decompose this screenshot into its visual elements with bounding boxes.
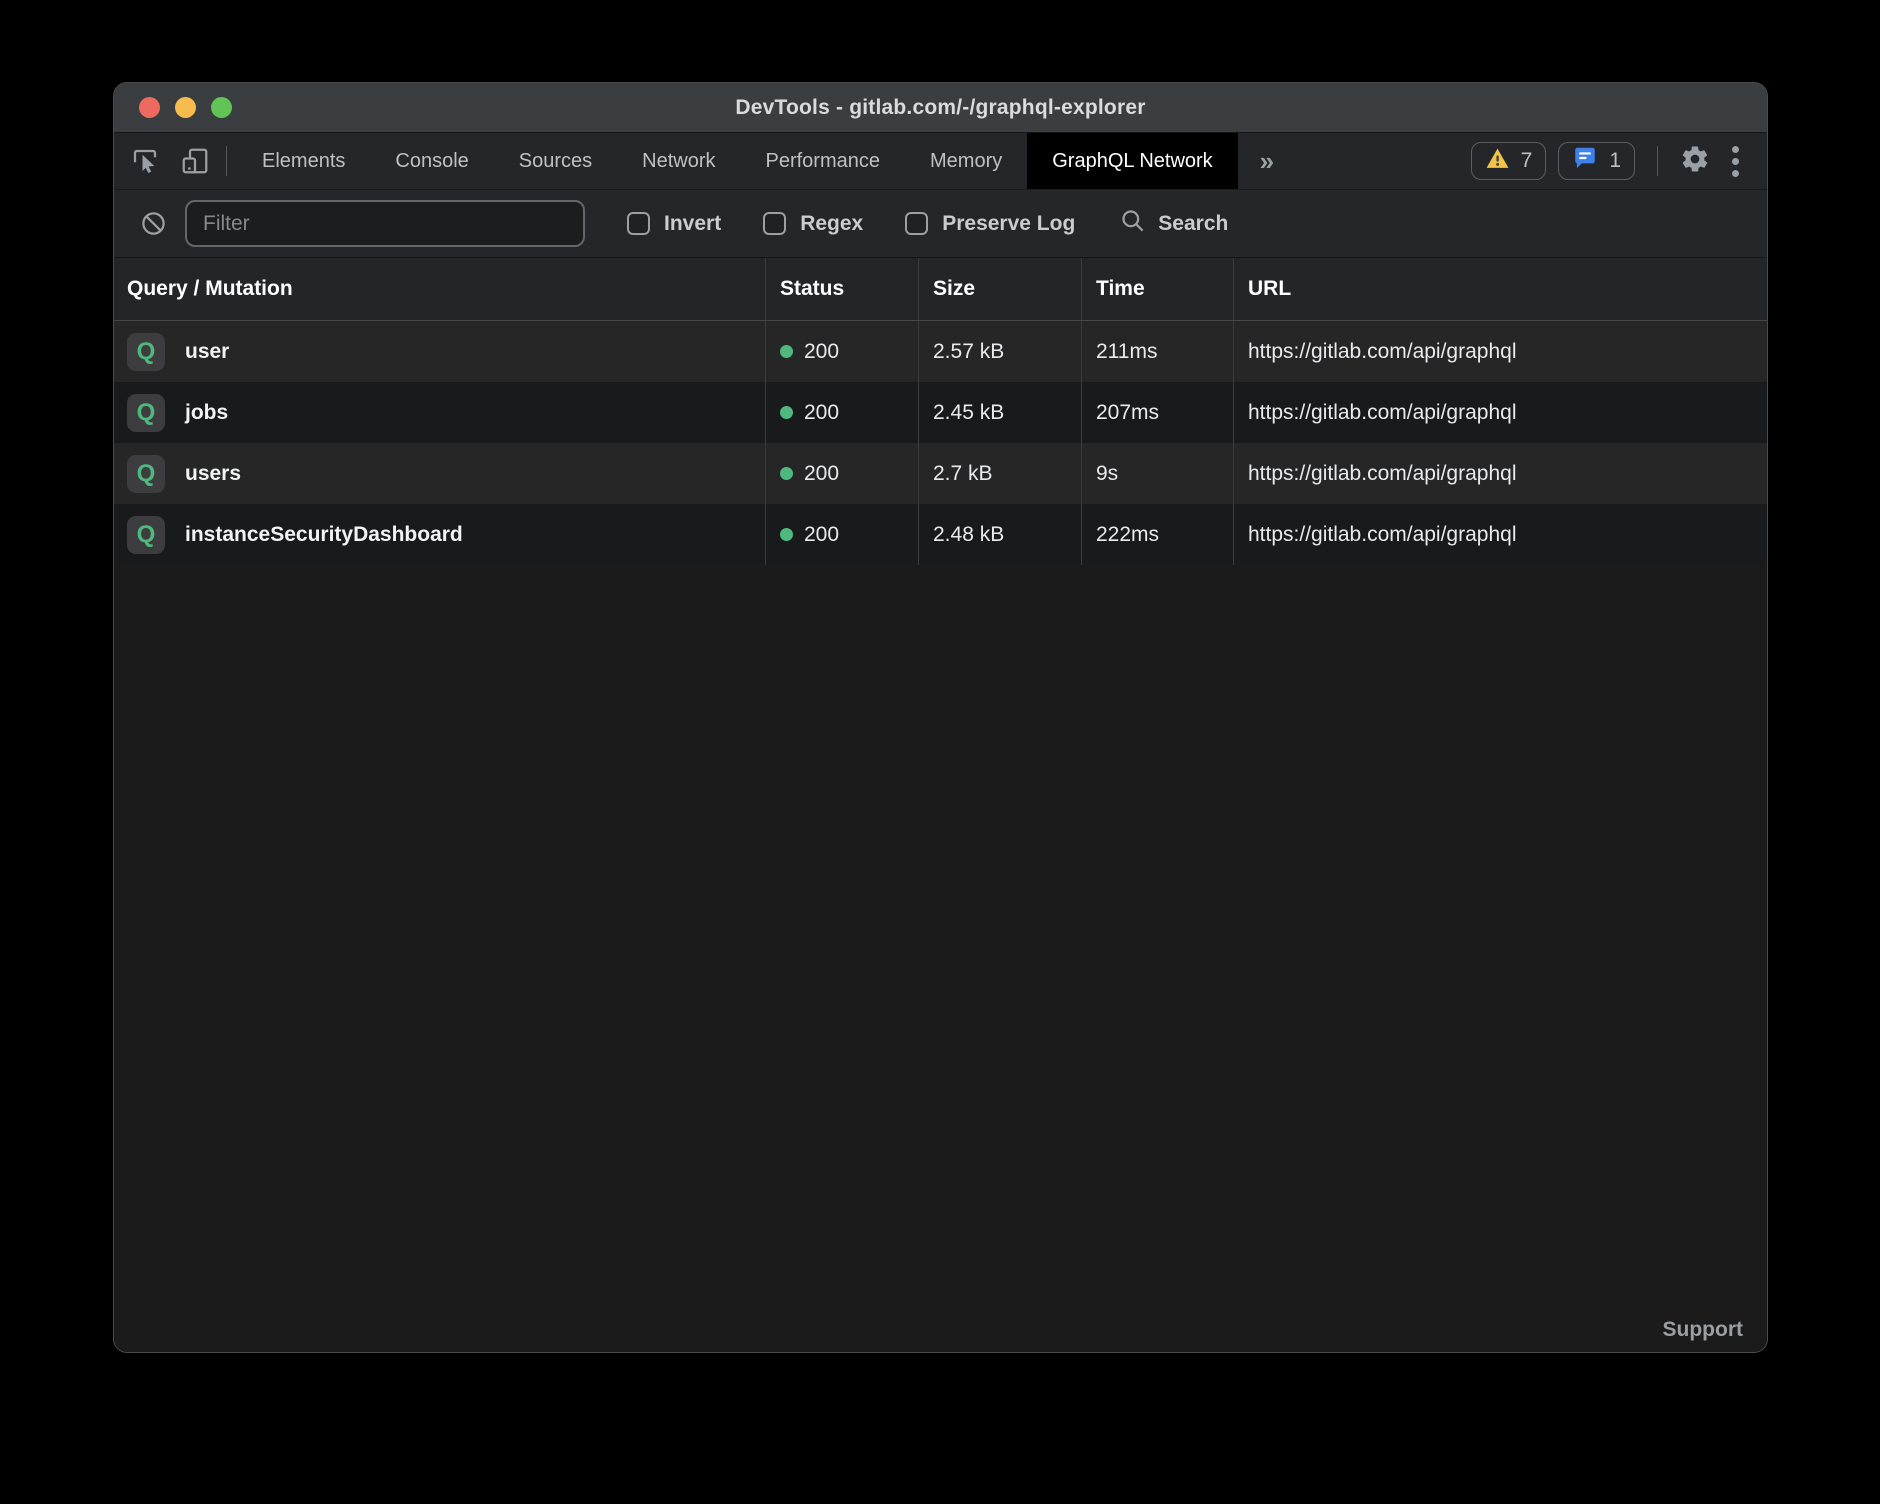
- regex-checkbox-group: Regex: [763, 212, 863, 236]
- request-list: Q user 200 2.57 kB 211ms https://gitlab.…: [114, 321, 1767, 565]
- column-header-url[interactable]: URL: [1233, 258, 1767, 320]
- more-options-icon[interactable]: [1722, 146, 1749, 177]
- regex-label: Regex: [800, 212, 863, 236]
- devtools-tabbar: Elements Console Sources Network Perform…: [114, 133, 1767, 190]
- tab-console[interactable]: Console: [370, 133, 493, 189]
- column-header-size[interactable]: Size: [918, 258, 1081, 320]
- message-icon: [1572, 145, 1598, 177]
- response-time: 9s: [1081, 443, 1233, 504]
- inspect-element-icon[interactable]: [130, 146, 160, 176]
- request-url: https://gitlab.com/api/graphql: [1233, 321, 1767, 382]
- column-header-time[interactable]: Time: [1081, 258, 1233, 320]
- tab-network[interactable]: Network: [617, 133, 740, 189]
- settings-gear-icon[interactable]: [1680, 144, 1710, 179]
- warning-icon: [1485, 146, 1510, 177]
- preserve-log-checkbox-group: Preserve Log: [905, 212, 1075, 236]
- status-ok-icon: [780, 345, 793, 358]
- query-type-icon: Q: [127, 516, 165, 554]
- block-filter-icon[interactable]: [140, 210, 167, 237]
- more-tabs-icon[interactable]: »: [1238, 133, 1296, 189]
- query-name: jobs: [185, 401, 228, 425]
- tab-performance[interactable]: Performance: [741, 133, 906, 189]
- request-url: https://gitlab.com/api/graphql: [1233, 443, 1767, 504]
- status-code: 200: [804, 462, 839, 486]
- column-header-query-mutation[interactable]: Query / Mutation: [114, 258, 765, 320]
- status-ok-icon: [780, 467, 793, 480]
- window-title: DevTools - gitlab.com/-/graphql-explorer: [114, 96, 1767, 120]
- invert-checkbox-group: Invert: [627, 212, 721, 236]
- preserve-log-checkbox[interactable]: [905, 212, 928, 235]
- filter-input[interactable]: [185, 200, 585, 247]
- titlebar: DevTools - gitlab.com/-/graphql-explorer: [114, 83, 1767, 133]
- tab-graphql-network[interactable]: GraphQL Network: [1027, 133, 1237, 189]
- query-type-icon: Q: [127, 455, 165, 493]
- column-header-status[interactable]: Status: [765, 258, 918, 320]
- query-type-icon: Q: [127, 394, 165, 432]
- invert-label: Invert: [664, 212, 721, 236]
- response-size: 2.48 kB: [918, 504, 1081, 565]
- response-size: 2.45 kB: [918, 382, 1081, 443]
- table-row[interactable]: Q users 200 2.7 kB 9s https://gitlab.com…: [114, 443, 1767, 504]
- minimize-window-button[interactable]: [175, 97, 196, 118]
- table-row[interactable]: Q user 200 2.57 kB 211ms https://gitlab.…: [114, 321, 1767, 382]
- devtools-window: DevTools - gitlab.com/-/graphql-explorer…: [113, 82, 1768, 1353]
- close-window-button[interactable]: [139, 97, 160, 118]
- issues-count: 1: [1609, 149, 1621, 173]
- response-time: 222ms: [1081, 504, 1233, 565]
- search-button[interactable]: Search: [1119, 207, 1228, 240]
- request-url: https://gitlab.com/api/graphql: [1233, 382, 1767, 443]
- response-size: 2.57 kB: [918, 321, 1081, 382]
- status-ok-icon: [780, 528, 793, 541]
- response-size: 2.7 kB: [918, 443, 1081, 504]
- toggle-device-toolbar-icon[interactable]: [180, 146, 210, 176]
- regex-checkbox[interactable]: [763, 212, 786, 235]
- tab-elements[interactable]: Elements: [237, 133, 370, 189]
- traffic-lights: [139, 83, 232, 132]
- preserve-log-label: Preserve Log: [942, 212, 1075, 236]
- tab-memory[interactable]: Memory: [905, 133, 1027, 189]
- table-row[interactable]: Q instanceSecurityDashboard 200 2.48 kB …: [114, 504, 1767, 565]
- status-code: 200: [804, 523, 839, 547]
- toolbar-divider: [1657, 146, 1658, 176]
- zoom-window-button[interactable]: [211, 97, 232, 118]
- query-type-icon: Q: [127, 333, 165, 371]
- warnings-count: 7: [1521, 149, 1533, 173]
- table-header: Query / Mutation Status Size Time URL: [114, 258, 1767, 321]
- query-name: user: [185, 340, 229, 364]
- status-code: 200: [804, 340, 839, 364]
- support-link[interactable]: Support: [1663, 1318, 1743, 1342]
- status-code: 200: [804, 401, 839, 425]
- query-name: instanceSecurityDashboard: [185, 523, 463, 547]
- search-label: Search: [1158, 212, 1228, 236]
- invert-checkbox[interactable]: [627, 212, 650, 235]
- toolbar-divider: [226, 146, 227, 176]
- tab-sources[interactable]: Sources: [494, 133, 617, 189]
- query-name: users: [185, 462, 241, 486]
- request-url: https://gitlab.com/api/graphql: [1233, 504, 1767, 565]
- search-icon: [1119, 207, 1146, 240]
- warnings-badge[interactable]: 7: [1471, 142, 1547, 180]
- response-time: 207ms: [1081, 382, 1233, 443]
- response-time: 211ms: [1081, 321, 1233, 382]
- issues-badge[interactable]: 1: [1558, 142, 1635, 180]
- filter-bar: Invert Regex Preserve Log Search: [114, 190, 1767, 258]
- status-ok-icon: [780, 406, 793, 419]
- panel-tabs: Elements Console Sources Network Perform…: [237, 133, 1296, 189]
- table-row[interactable]: Q jobs 200 2.45 kB 207ms https://gitlab.…: [114, 382, 1767, 443]
